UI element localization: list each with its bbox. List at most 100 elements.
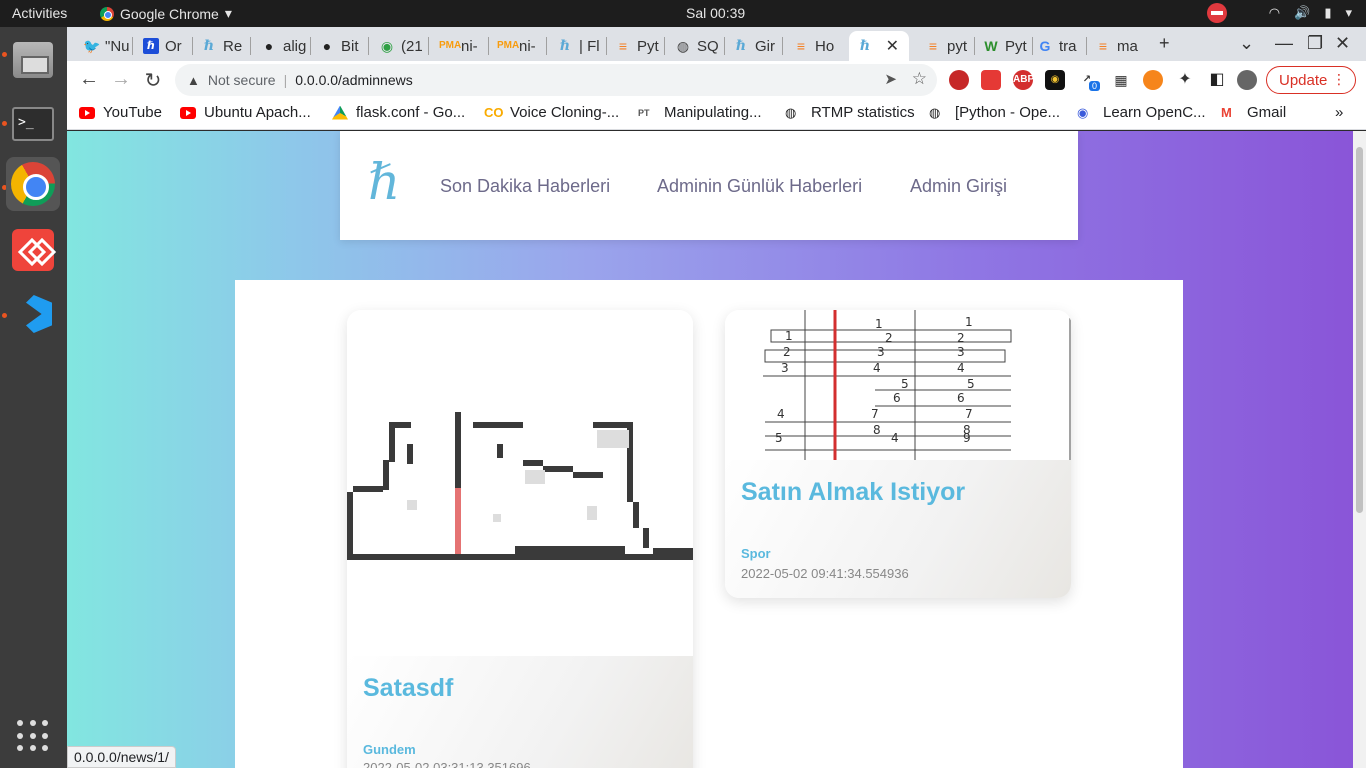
not-secure-label[interactable]: Not secure — [208, 72, 276, 88]
news-category[interactable]: Spor — [741, 546, 771, 561]
avatar[interactable] — [1237, 70, 1257, 90]
close-icon[interactable]: ✕ — [886, 36, 899, 56]
send-to-devices-icon[interactable]: ➤ — [884, 70, 897, 88]
bookmark-item[interactable]: PT Manipulating... — [638, 104, 762, 121]
anydesk-launcher[interactable] — [6, 223, 60, 277]
browser-tab[interactable]: ● Bit — [311, 31, 369, 61]
news-title[interactable]: Satın Almak Istiyor — [741, 478, 965, 507]
browser-tab[interactable]: ℏ ✕ — [849, 31, 909, 61]
bookmark-item[interactable]: M Gmail — [1221, 104, 1286, 121]
svg-text:5: 5 — [967, 377, 975, 391]
browser-tab[interactable]: ≡ Ho — [785, 31, 843, 61]
bookmark-item[interactable]: ◍ RTMP statistics — [785, 104, 915, 121]
maximize-button[interactable]: ❐ — [1307, 33, 1323, 54]
browser-tab[interactable]: Gtra — [1029, 31, 1087, 61]
tab-label: Pyt — [1005, 37, 1027, 55]
tab-label: Bit — [341, 37, 359, 55]
adblock-icon[interactable]: ABP — [1013, 70, 1034, 90]
bookmark-label: Learn OpenC... — [1103, 104, 1206, 121]
browser-tab[interactable]: ● alig — [253, 31, 311, 61]
news-card[interactable]: 111 22 233 344 55 66 477 88 549 Satın Al… — [725, 310, 1071, 598]
clock[interactable]: Sal 00:39 — [686, 5, 745, 21]
new-tab-button[interactable]: + — [1159, 33, 1170, 54]
extension-icon[interactable]: ◉ — [1045, 70, 1065, 90]
extension-badge: 0 — [1089, 81, 1101, 91]
url-text[interactable]: 0.0.0.0/adminnews — [295, 72, 413, 88]
activities-button[interactable]: Activities — [12, 5, 67, 21]
browser-tab[interactable]: PMA ni- — [431, 31, 489, 61]
bitbucket-icon: ℏ — [143, 38, 159, 54]
browser-tab[interactable]: ≡ pyt — [917, 31, 975, 61]
svg-text:2: 2 — [885, 331, 893, 345]
bookmark-item[interactable]: YouTube — [79, 104, 162, 121]
browser-tab[interactable]: PMA ni- — [489, 31, 547, 61]
svg-text:7: 7 — [871, 407, 879, 421]
browser-tab[interactable]: ◍ SQ — [667, 31, 725, 61]
bookmark-star-icon[interactable]: ☆ — [912, 69, 927, 89]
news-title[interactable]: Satasdf — [363, 674, 453, 703]
browser-tab[interactable]: W Pyt — [975, 31, 1033, 61]
forward-button[interactable]: → — [109, 68, 133, 91]
close-window-button[interactable]: ✕ — [1335, 33, 1350, 54]
bookmark-item[interactable]: ◉ Learn OpenC... — [1077, 104, 1206, 121]
bookmark-item[interactable]: Ubuntu Apach... — [180, 104, 311, 121]
metamask-icon[interactable] — [1143, 70, 1163, 90]
chrome-launcher[interactable] — [6, 157, 60, 211]
more-icon: ⋮ — [1332, 71, 1346, 87]
show-applications-icon[interactable] — [17, 720, 49, 752]
vscode-launcher[interactable] — [6, 287, 60, 341]
reload-button[interactable]: ↻ — [141, 68, 165, 93]
bookmark-item[interactable]: flask.conf - Go... — [332, 104, 465, 121]
tab-search-icon[interactable]: ⌄ — [1239, 33, 1254, 54]
tab-label: "Nu — [105, 37, 130, 55]
browser-tab[interactable]: ≡ ma — [1087, 31, 1145, 61]
bookmark-label: Voice Cloning-... — [510, 104, 620, 121]
news-card[interactable]: Satasdf Gundem 2022-05-02 03:31:13.35169… — [347, 310, 693, 768]
gmail-icon: M — [1221, 104, 1232, 120]
do-not-disturb-icon[interactable] — [1206, 3, 1227, 23]
svg-text:6: 6 — [893, 391, 901, 405]
battery-icon: ▮ — [1324, 5, 1332, 20]
files-launcher[interactable] — [6, 33, 60, 87]
browser-tab[interactable]: ℏ Re — [193, 31, 251, 61]
google-icon: G — [1039, 38, 1051, 54]
browser-tab[interactable]: ≡ Pyt — [607, 31, 665, 61]
back-button[interactable]: ← — [77, 68, 101, 91]
app-menu[interactable]: Google Chrome ▾ — [100, 5, 232, 22]
bookmarks-overflow-icon[interactable]: » — [1335, 104, 1343, 121]
site-h-icon: ℏ — [203, 38, 215, 54]
warning-icon[interactable]: ▲ — [187, 73, 200, 88]
nav-admin-haberleri[interactable]: Adminin Günlük Haberleri — [657, 176, 862, 197]
browser-tab[interactable]: ◉ (21 — [371, 31, 429, 61]
site-logo[interactable]: ℏ — [368, 153, 400, 211]
bookmark-label: flask.conf - Go... — [356, 104, 466, 121]
news-card-body: Satasdf Gundem 2022-05-02 03:31:13.35169… — [347, 656, 693, 768]
system-tray[interactable]: ◠ 🔊 ▮ ▾ — [1206, 3, 1352, 23]
chrome-icon — [100, 6, 114, 21]
nav-son-dakika[interactable]: Son Dakika Haberleri — [440, 176, 610, 197]
browser-tab[interactable]: 🐦 "Nu — [75, 31, 133, 61]
scrollbar-thumb[interactable] — [1356, 147, 1363, 513]
nav-admin-girisi[interactable]: Admin Girişi — [910, 176, 1007, 197]
address-bar[interactable]: ▲ Not secure | 0.0.0.0/adminnews ➤ ☆ — [175, 64, 937, 96]
qr-code-icon[interactable]: ▦ — [1111, 70, 1131, 90]
tab-label: Ho — [815, 37, 835, 55]
update-button[interactable]: Update ⋮ — [1266, 66, 1356, 94]
stackoverflow-icon: ≡ — [928, 38, 938, 54]
side-panel-icon[interactable]: ◧ — [1207, 70, 1227, 90]
bookmark-item[interactable]: ◍ [Python - Ope... — [929, 104, 1060, 121]
browser-tab[interactable]: ℏ | Fl — [549, 31, 607, 61]
news-category[interactable]: Gundem — [363, 742, 416, 757]
page-scrollbar[interactable] — [1353, 131, 1366, 768]
puzzle-icon[interactable]: ✦ — [1175, 70, 1195, 90]
svg-text:1: 1 — [785, 329, 793, 343]
extension-icon[interactable] — [949, 70, 969, 90]
phpmyadmin-icon: PMA — [497, 40, 520, 51]
browser-tab[interactable]: ℏ Or — [135, 31, 193, 61]
minimize-button[interactable]: — — [1275, 33, 1293, 54]
browser-tab[interactable]: ℏ Gir — [725, 31, 783, 61]
bookmark-label: RTMP statistics — [811, 104, 915, 121]
lastpass-icon[interactable] — [981, 70, 1001, 90]
bookmark-item[interactable]: CO Voice Cloning-... — [484, 104, 619, 121]
terminal-launcher[interactable]: >_ — [6, 97, 60, 151]
